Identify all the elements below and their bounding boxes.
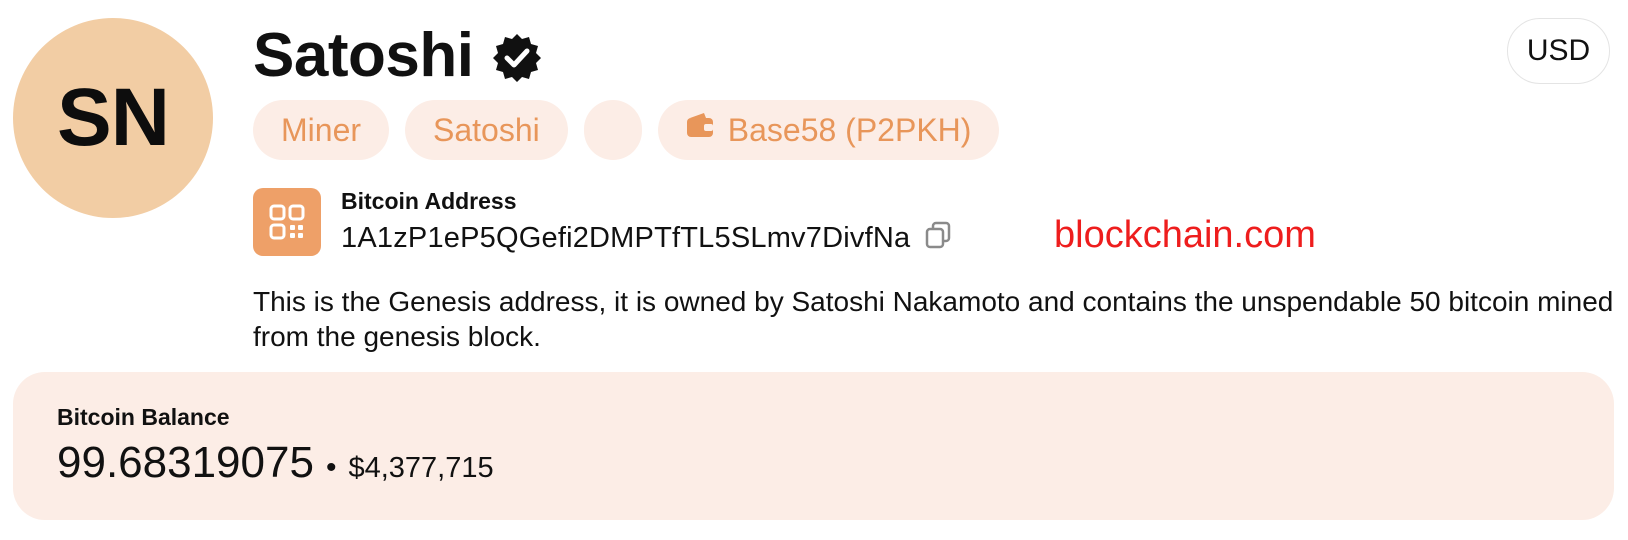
balance-label: Bitcoin Balance: [57, 404, 230, 430]
tag-miner[interactable]: Miner: [253, 100, 390, 160]
balance-row: 99.68319075 • $4,377,715: [57, 438, 494, 488]
balance-separator: •: [325, 451, 337, 484]
copy-icon[interactable]: [924, 220, 952, 250]
address-description: This is the Genesis address, it is owned…: [253, 286, 1614, 352]
verified-badge-icon: [493, 34, 542, 82]
address-row: 1A1zP1eP5QGefi2DMPTfTL5SLmv7DivfNa: [341, 220, 952, 255]
avatar: SN: [13, 18, 213, 218]
address-label: Bitcoin Address: [341, 188, 517, 214]
balance-card: Bitcoin Balance 99.68319075 • $4,377,715: [13, 372, 1614, 520]
currency-button[interactable]: USD: [1507, 18, 1610, 84]
balance-usd: $4,377,715: [348, 452, 494, 484]
tag-list: Miner Satoshi Base58 (P2PKH): [253, 100, 1000, 160]
qr-code-icon: [269, 204, 305, 240]
watermark-text: blockchain.com: [1054, 214, 1316, 256]
balance-btc: 99.68319075: [57, 438, 314, 487]
tag-address-format[interactable]: Base58 (P2PKH): [657, 100, 1000, 160]
profile-name: Satoshi: [253, 21, 474, 90]
tag-empty[interactable]: [583, 100, 642, 160]
address-value[interactable]: 1A1zP1eP5QGefi2DMPTfTL5SLmv7DivfNa: [341, 222, 910, 255]
tag-satoshi[interactable]: Satoshi: [405, 100, 568, 160]
tag-address-format-label: Base58 (P2PKH): [727, 111, 972, 148]
profile-header: Satoshi: [253, 22, 543, 90]
qr-code-button[interactable]: [253, 188, 321, 256]
avatar-initials: SN: [57, 72, 170, 163]
wallet-icon: [686, 113, 713, 137]
